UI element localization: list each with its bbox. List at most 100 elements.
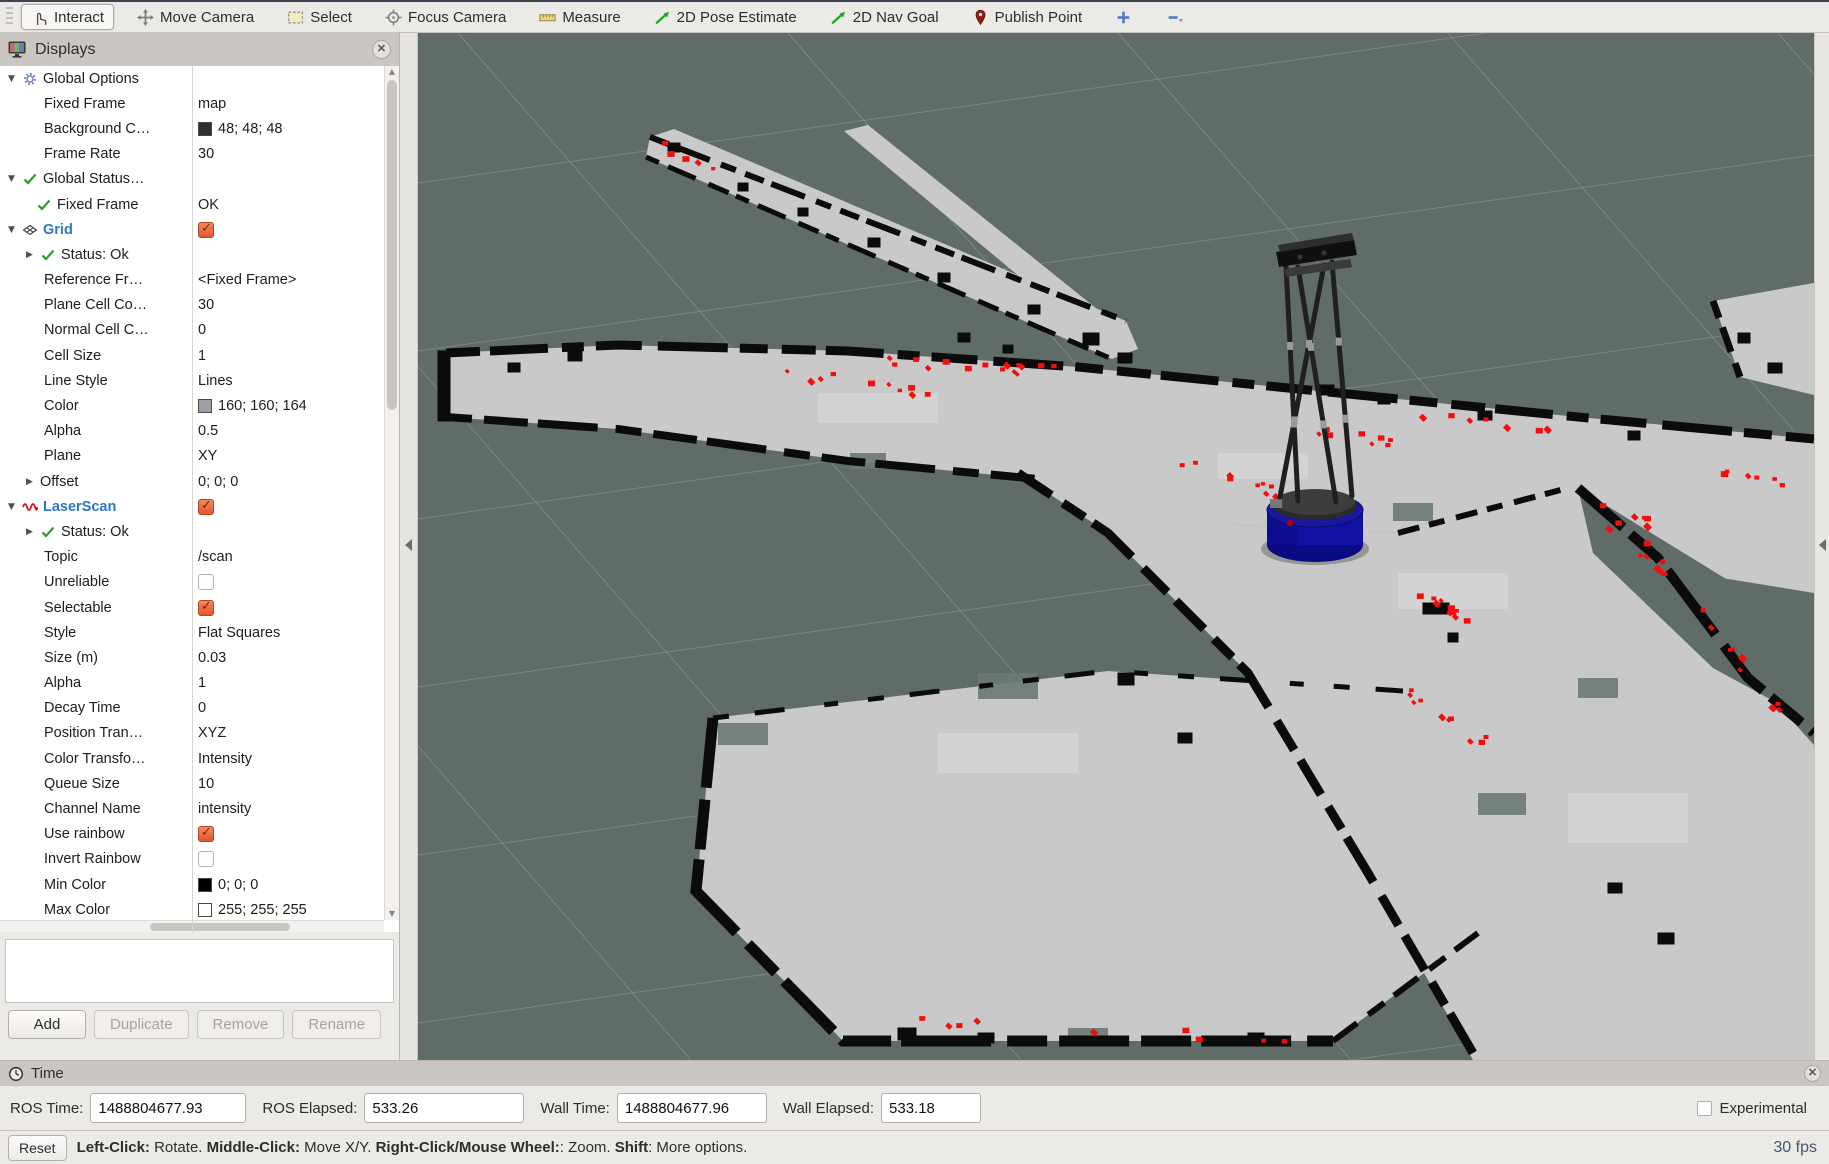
tree-row-status-ok[interactable]: ▶Status: Ok [0, 242, 399, 267]
property-value-cell[interactable]: map [192, 91, 399, 116]
property-value-cell[interactable]: intensity [192, 796, 399, 821]
color-swatch[interactable] [198, 878, 212, 892]
left-splitter[interactable] [400, 33, 418, 1060]
duplicate-button[interactable]: Duplicate [94, 1010, 189, 1039]
property-value-cell[interactable] [192, 822, 399, 847]
toolbar-button-2d-pose-estimate[interactable]: 2D Pose Estimate [644, 4, 807, 30]
property-value-cell[interactable]: 0; 0; 0 [192, 469, 399, 494]
property-checkbox[interactable] [198, 600, 214, 616]
property-value-cell[interactable]: 255; 255; 255 [192, 897, 399, 922]
tree-row-status-ok[interactable]: ▶Status: Ok [0, 519, 399, 544]
tree-row-use-rainbow[interactable]: Use rainbow [0, 822, 399, 847]
scroll-down-icon[interactable]: ▼ [385, 908, 399, 920]
tree-row-grid[interactable]: ▼Grid [0, 217, 399, 242]
property-value-cell[interactable] [192, 242, 399, 267]
property-value-cell[interactable] [192, 519, 399, 544]
toolbar-button-minus-dropdown[interactable] [1155, 4, 1195, 30]
wall-elapsed-input[interactable] [881, 1093, 981, 1123]
experimental-checkbox[interactable] [1697, 1101, 1712, 1116]
property-value-cell[interactable] [192, 217, 399, 242]
tree-row-invert-rainbow[interactable]: Invert Rainbow [0, 847, 399, 872]
tree-row-laserscan[interactable]: ▼LaserScan [0, 494, 399, 519]
tree-row-selectable[interactable]: Selectable [0, 595, 399, 620]
displays-panel-header[interactable]: Displays ✕ [0, 33, 399, 66]
property-value-cell[interactable]: 48; 48; 48 [192, 116, 399, 141]
color-swatch[interactable] [198, 122, 212, 136]
property-value-cell[interactable]: XYZ [192, 721, 399, 746]
wall-time-input[interactable] [617, 1093, 767, 1123]
property-checkbox[interactable] [198, 499, 214, 515]
property-checkbox[interactable] [198, 574, 214, 590]
tree-vertical-scrollbar[interactable]: ▲ ▼ [384, 66, 399, 920]
property-value-cell[interactable] [192, 66, 399, 91]
toolbar-button-select[interactable]: Select [277, 4, 362, 30]
tree-horizontal-scrollbar[interactable] [0, 920, 384, 932]
expander-closed-icon[interactable]: ▶ [24, 477, 35, 487]
tree-row-alpha[interactable]: Alpha1 [0, 671, 399, 696]
add-button[interactable]: Add [8, 1010, 86, 1039]
toolbar-button-focus-camera[interactable]: Focus Camera [375, 4, 516, 30]
toolbar-grip-handle[interactable] [6, 7, 13, 27]
property-value-cell[interactable] [192, 847, 399, 872]
property-value-cell[interactable]: 30 [192, 293, 399, 318]
color-swatch[interactable] [198, 399, 212, 413]
panel-collapse-arrow[interactable] [1819, 539, 1826, 551]
property-value-cell[interactable]: XY [192, 444, 399, 469]
toolbar-button-measure[interactable]: Measure [529, 4, 630, 30]
displays-close-icon[interactable]: ✕ [372, 40, 391, 59]
property-value-cell[interactable]: 0.03 [192, 645, 399, 670]
property-value-cell[interactable] [192, 570, 399, 595]
property-value-cell[interactable]: OK [192, 192, 399, 217]
property-value-cell[interactable]: 30 [192, 142, 399, 167]
tree-row-max-color[interactable]: Max Color255; 255; 255 [0, 897, 399, 922]
property-value-cell[interactable]: Flat Squares [192, 620, 399, 645]
tree-row-frame-rate[interactable]: Frame Rate30 [0, 142, 399, 167]
toolbar-button-move-camera[interactable]: Move Camera [127, 4, 264, 30]
tree-row-global-options[interactable]: ▼Global Options [0, 66, 399, 91]
expander-closed-icon[interactable]: ▶ [24, 527, 35, 537]
property-value-cell[interactable]: 0 [192, 318, 399, 343]
color-swatch[interactable] [198, 903, 212, 917]
tree-row-color[interactable]: Color160; 160; 164 [0, 393, 399, 418]
tree-row-topic[interactable]: Topic/scan [0, 545, 399, 570]
time-panel-header[interactable]: Time ✕ [0, 1061, 1829, 1086]
tree-row-fixed-frame[interactable]: Fixed Framemap [0, 91, 399, 116]
property-value-cell[interactable]: 0.5 [192, 419, 399, 444]
property-value-cell[interactable]: 10 [192, 771, 399, 796]
3d-viewport[interactable] [418, 33, 1814, 1060]
tree-row-size-m[interactable]: Size (m)0.03 [0, 645, 399, 670]
toolbar-button-plus[interactable] [1105, 4, 1142, 30]
toolbar-button-2d-nav-goal[interactable]: 2D Nav Goal [820, 4, 949, 30]
tree-row-normal-cell-c[interactable]: Normal Cell C…0 [0, 318, 399, 343]
property-checkbox[interactable] [198, 851, 214, 867]
right-splitter[interactable] [1814, 33, 1829, 1060]
tree-row-reference-fr[interactable]: Reference Fr…<Fixed Frame> [0, 268, 399, 293]
tree-row-channel-name[interactable]: Channel Nameintensity [0, 796, 399, 821]
tree-row-decay-time[interactable]: Decay Time0 [0, 696, 399, 721]
property-value-cell[interactable] [192, 595, 399, 620]
expander-open-icon[interactable]: ▼ [6, 502, 17, 512]
tree-row-offset[interactable]: ▶Offset0; 0; 0 [0, 469, 399, 494]
property-value-cell[interactable]: 0; 0; 0 [192, 872, 399, 897]
property-value-cell[interactable]: /scan [192, 545, 399, 570]
tree-row-global-status[interactable]: ▼Global Status… [0, 167, 399, 192]
panel-collapse-arrow[interactable] [405, 539, 412, 551]
property-value-cell[interactable]: <Fixed Frame> [192, 268, 399, 293]
property-checkbox[interactable] [198, 826, 214, 842]
property-value-cell[interactable] [192, 494, 399, 519]
tree-row-plane-cell-co[interactable]: Plane Cell Co…30 [0, 293, 399, 318]
tree-row-fixed-frame[interactable]: Fixed FrameOK [0, 192, 399, 217]
tree-row-min-color[interactable]: Min Color0; 0; 0 [0, 872, 399, 897]
rename-button[interactable]: Rename [292, 1010, 381, 1039]
expander-open-icon[interactable]: ▼ [6, 174, 17, 184]
expander-open-icon[interactable]: ▼ [6, 225, 17, 235]
property-value-cell[interactable]: Lines [192, 368, 399, 393]
property-value-cell[interactable]: 1 [192, 671, 399, 696]
time-close-icon[interactable]: ✕ [1804, 1065, 1821, 1082]
scrollbar-thumb[interactable] [150, 923, 290, 931]
remove-button[interactable]: Remove [197, 1010, 285, 1039]
toolbar-button-interact[interactable]: Interact [21, 4, 114, 30]
tree-row-plane[interactable]: PlaneXY [0, 444, 399, 469]
property-value-cell[interactable]: 160; 160; 164 [192, 393, 399, 418]
property-checkbox[interactable] [198, 222, 214, 238]
